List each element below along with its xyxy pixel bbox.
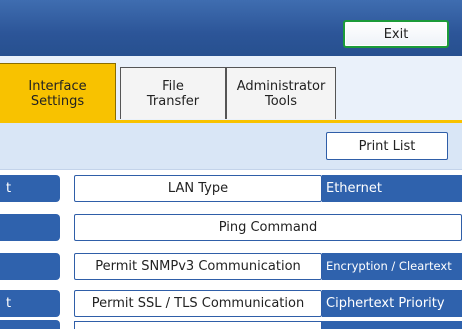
left-row-stub[interactable] bbox=[0, 253, 60, 280]
tab-label: File Transfer bbox=[146, 78, 200, 109]
partial-setting-value bbox=[322, 321, 462, 329]
left-stub-text: t bbox=[6, 181, 12, 196]
partial-setting-button[interactable] bbox=[74, 321, 322, 329]
print-list-button[interactable]: Print List bbox=[326, 132, 448, 160]
tab-administrator-tools[interactable]: Administrator Tools bbox=[226, 67, 336, 119]
settings-row: Ping Command bbox=[0, 214, 462, 241]
left-row-stub[interactable] bbox=[0, 320, 60, 329]
left-row-stub[interactable]: t bbox=[0, 290, 60, 317]
settings-list: t LAN Type Ethernet Ping Command Permit … bbox=[0, 170, 462, 329]
permit-snmpv3-button[interactable]: Permit SNMPv3 Communication bbox=[74, 253, 322, 280]
tab-file-transfer[interactable]: File Transfer bbox=[120, 67, 226, 119]
tab-interface-settings[interactable]: Interface Settings bbox=[0, 63, 116, 123]
lan-type-button[interactable]: LAN Type bbox=[74, 175, 322, 202]
permit-snmpv3-value: Encryption / Cleartext bbox=[322, 253, 462, 280]
tab-label: Administrator Tools bbox=[236, 78, 326, 109]
exit-button[interactable]: Exit bbox=[343, 20, 449, 48]
settings-row: t Permit SSL / TLS Communication Ciphert… bbox=[0, 290, 462, 317]
left-stub-text: t bbox=[6, 296, 12, 311]
lan-type-value: Ethernet bbox=[322, 175, 462, 202]
permit-ssl-tls-button[interactable]: Permit SSL / TLS Communication bbox=[74, 290, 322, 317]
left-row-stub[interactable] bbox=[0, 214, 60, 241]
left-row-stub[interactable]: t bbox=[0, 175, 60, 202]
settings-row: Permit SNMPv3 Communication Encryption /… bbox=[0, 253, 462, 280]
permit-ssl-tls-value: Ciphertext Priority bbox=[322, 290, 462, 317]
ping-command-button[interactable]: Ping Command bbox=[74, 214, 462, 241]
tab-label: Interface Settings bbox=[28, 78, 87, 109]
settings-row: t LAN Type Ethernet bbox=[0, 175, 462, 202]
